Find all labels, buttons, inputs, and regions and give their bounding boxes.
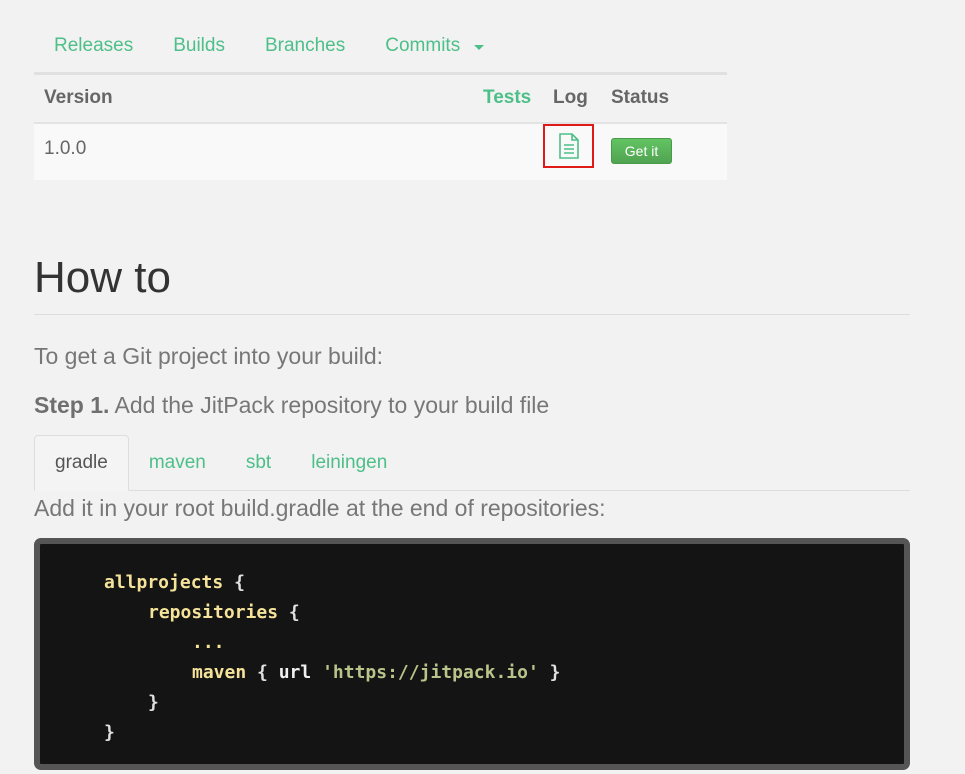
code-token: maven	[192, 662, 247, 683]
instruction-text: Add it in your root build.gradle at the …	[34, 495, 606, 521]
log-button[interactable]	[543, 124, 594, 168]
page-title: How to	[34, 253, 171, 302]
title-divider	[34, 314, 910, 315]
code-token: 'https://jitpack.io'	[322, 662, 539, 683]
code-token: }	[148, 692, 159, 713]
tab-leiningen[interactable]: leiningen	[291, 436, 407, 490]
caret-down-icon	[474, 44, 485, 50]
table-row: 1.0.0 Get it	[34, 124, 727, 180]
code-token: {	[288, 602, 300, 623]
version-cell: 1.0.0	[44, 138, 87, 159]
releases-table: Version Tests Log Status 1.0.0 Get it	[34, 75, 727, 180]
tab-branches[interactable]: Branches	[245, 21, 365, 71]
step-1-text: Step 1. Add the JitPack repository to yo…	[34, 392, 549, 419]
step-description: Add the JitPack repository to your build…	[114, 392, 550, 418]
code-line: maven { url 'https://jitpack.io' }	[192, 662, 561, 684]
code-token: allprojects	[104, 572, 224, 593]
tab-maven[interactable]: maven	[129, 436, 226, 490]
header-tests[interactable]: Tests	[483, 87, 531, 109]
tab-commits[interactable]: Commits	[365, 21, 504, 71]
build-tool-tabs: gradle maven sbt leiningen	[34, 435, 910, 491]
tab-gradle[interactable]: gradle	[34, 435, 129, 491]
code-token: {	[234, 572, 245, 593]
code-line: allprojects {	[104, 572, 245, 594]
header-log: Log	[553, 87, 588, 108]
tab-sbt[interactable]: sbt	[226, 436, 291, 490]
code-token: }	[549, 662, 561, 683]
header-status: Status	[611, 87, 670, 108]
document-icon	[558, 133, 579, 159]
code-line: }	[104, 722, 115, 744]
tab-builds[interactable]: Builds	[153, 21, 245, 71]
code-block[interactable]: allprojects { repositories { ... maven {…	[34, 538, 910, 770]
release-tabs: Releases Builds Branches Commits	[34, 20, 727, 75]
code-line: repositories {	[148, 602, 300, 624]
intro-text: To get a Git project into your build:	[34, 343, 384, 369]
code-line: ...	[192, 632, 225, 654]
table-header: Version Tests Log Status	[34, 75, 727, 124]
code-token: {	[257, 662, 268, 683]
tab-commits-label: Commits	[385, 35, 461, 56]
header-version: Version	[44, 87, 113, 108]
get-it-button[interactable]: Get it	[611, 138, 672, 164]
tab-releases[interactable]: Releases	[34, 21, 153, 71]
code-token: }	[104, 722, 115, 743]
code-token: repositories	[148, 602, 279, 623]
code-token: url	[278, 662, 312, 683]
step-label: Step 1.	[34, 392, 110, 418]
code-token: ...	[192, 632, 225, 653]
code-line: }	[148, 692, 159, 714]
